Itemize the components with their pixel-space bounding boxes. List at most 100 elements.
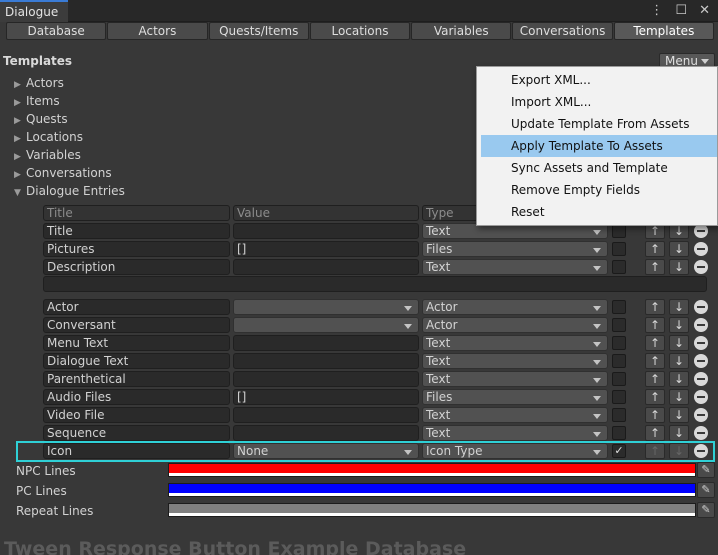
npc-lines-color-field[interactable] <box>168 463 696 477</box>
field-value-input[interactable] <box>233 407 419 423</box>
remove-field-icon[interactable] <box>694 354 708 368</box>
tab-variables[interactable]: Variables <box>411 22 512 40</box>
field-value-dropdown[interactable] <box>233 317 419 333</box>
move-down-icon[interactable]: ↓ <box>669 353 689 369</box>
field-type-dropdown[interactable]: Text <box>422 353 608 369</box>
remove-field-icon[interactable] <box>694 300 708 314</box>
remove-field-icon[interactable] <box>694 372 708 386</box>
move-up-icon[interactable]: ↑ <box>645 407 665 423</box>
move-down-icon[interactable]: ↓ <box>669 259 689 275</box>
move-up-icon[interactable]: ↑ <box>645 299 665 315</box>
tree-item-quests[interactable]: ▶ Quests <box>14 112 68 126</box>
main-field-checkbox[interactable] <box>612 260 626 274</box>
field-type-dropdown[interactable]: Actor <box>422 317 608 333</box>
remove-field-icon[interactable] <box>694 336 708 350</box>
field-value-dropdown[interactable] <box>233 299 419 315</box>
remove-field-icon[interactable] <box>694 408 708 422</box>
field-title-input[interactable]: Actor <box>43 299 230 315</box>
field-value-input[interactable]: [] <box>233 241 419 257</box>
menu-item-reset[interactable]: Reset <box>481 201 717 223</box>
field-value-input[interactable] <box>233 353 419 369</box>
menu-item-import-xml[interactable]: Import XML... <box>481 91 717 113</box>
move-up-icon[interactable]: ↑ <box>645 389 665 405</box>
field-type-dropdown[interactable]: Text <box>422 335 608 351</box>
tree-item-dialogue-entries[interactable]: ▼ Dialogue Entries <box>14 184 125 198</box>
move-down-icon[interactable]: ↓ <box>669 241 689 257</box>
move-up-icon[interactable]: ↑ <box>645 259 665 275</box>
eyedropper-icon[interactable]: ✎ <box>697 482 715 498</box>
main-field-checkbox[interactable] <box>612 300 626 314</box>
move-up-icon[interactable]: ↑ <box>645 425 665 441</box>
field-title-input[interactable]: Menu Text <box>43 335 230 351</box>
move-down-icon[interactable]: ↓ <box>669 371 689 387</box>
main-field-checkbox[interactable] <box>612 336 626 350</box>
move-up-icon[interactable]: ↑ <box>645 353 665 369</box>
remove-field-icon[interactable] <box>694 224 708 238</box>
remove-field-icon[interactable] <box>694 260 708 274</box>
menu-item-export-xml[interactable]: Export XML... <box>481 69 717 91</box>
field-title-input[interactable]: Audio Files <box>43 389 230 405</box>
menu-item-update-template-from-assets[interactable]: Update Template From Assets <box>481 113 717 135</box>
field-title-input[interactable]: Dialogue Text <box>43 353 230 369</box>
tree-item-locations[interactable]: ▶ Locations <box>14 130 83 144</box>
field-title-input[interactable]: Conversant <box>43 317 230 333</box>
tree-item-actors[interactable]: ▶ Actors <box>14 76 64 90</box>
move-down-icon[interactable]: ↓ <box>669 407 689 423</box>
main-field-checkbox[interactable] <box>612 354 626 368</box>
main-field-checkbox[interactable] <box>612 408 626 422</box>
field-type-dropdown[interactable]: Files <box>422 241 608 257</box>
eyedropper-icon[interactable]: ✎ <box>697 502 715 518</box>
field-value-input[interactable] <box>233 371 419 387</box>
move-up-icon[interactable]: ↑ <box>645 335 665 351</box>
remove-field-icon[interactable] <box>694 426 708 440</box>
field-value-input[interactable] <box>233 259 419 275</box>
move-up-icon[interactable]: ↑ <box>645 241 665 257</box>
menu-item-apply-template-to-assets[interactable]: Apply Template To Assets <box>481 135 717 157</box>
move-up-icon[interactable]: ↑ <box>645 371 665 387</box>
move-down-icon[interactable]: ↓ <box>669 425 689 441</box>
field-type-dropdown[interactable]: Text <box>422 371 608 387</box>
field-type-dropdown[interactable]: Actor <box>422 299 608 315</box>
move-up-icon[interactable]: ↑ <box>645 317 665 333</box>
field-type-dropdown[interactable]: Text <box>422 259 608 275</box>
field-title-input[interactable]: Description <box>43 259 230 275</box>
remove-field-icon[interactable] <box>694 390 708 404</box>
field-title-input[interactable]: Video File <box>43 407 230 423</box>
field-value-input[interactable] <box>233 425 419 441</box>
remove-field-icon[interactable] <box>694 318 708 332</box>
move-down-icon[interactable]: ↓ <box>669 389 689 405</box>
menu-item-remove-empty-fields[interactable]: Remove Empty Fields <box>481 179 717 201</box>
window-tab[interactable]: Dialogue <box>0 0 68 22</box>
tree-item-variables[interactable]: ▶ Variables <box>14 148 81 162</box>
main-field-checkbox[interactable] <box>612 372 626 386</box>
tab-conversations[interactable]: Conversations <box>512 22 613 40</box>
field-title-input[interactable]: Pictures <box>43 241 230 257</box>
main-field-checkbox[interactable] <box>612 390 626 404</box>
window-controls[interactable]: ⋮ ☐ ✕ <box>650 3 714 18</box>
field-type-dropdown[interactable]: Text <box>422 407 608 423</box>
menu-item-sync-assets-and-template[interactable]: Sync Assets and Template <box>481 157 717 179</box>
tab-locations[interactable]: Locations <box>309 22 411 40</box>
field-title-input[interactable]: Parenthetical <box>43 371 230 387</box>
main-field-checkbox[interactable] <box>612 318 626 332</box>
field-value-input[interactable] <box>233 335 419 351</box>
field-value-input[interactable] <box>233 223 419 239</box>
move-down-icon[interactable]: ↓ <box>669 335 689 351</box>
move-down-icon[interactable]: ↓ <box>669 317 689 333</box>
tree-item-conversations[interactable]: ▶ Conversations <box>14 166 112 180</box>
remove-field-icon[interactable] <box>694 242 708 256</box>
tree-item-items[interactable]: ▶ Items <box>14 94 60 108</box>
field-value-input[interactable]: [] <box>233 389 419 405</box>
tab-database[interactable]: Database <box>6 22 107 40</box>
tab-actors[interactable]: Actors <box>107 22 208 40</box>
field-title-input[interactable]: Title <box>43 223 230 239</box>
main-field-checkbox[interactable] <box>612 242 626 256</box>
main-field-checkbox[interactable] <box>612 224 626 238</box>
field-title-input[interactable]: Sequence <box>43 425 230 441</box>
tab-templates[interactable]: Templates <box>613 22 714 40</box>
eyedropper-icon[interactable]: ✎ <box>697 462 715 478</box>
field-type-dropdown[interactable]: Files <box>422 389 608 405</box>
main-field-checkbox[interactable] <box>612 426 626 440</box>
field-type-dropdown[interactable]: Text <box>422 425 608 441</box>
move-down-icon[interactable]: ↓ <box>669 299 689 315</box>
